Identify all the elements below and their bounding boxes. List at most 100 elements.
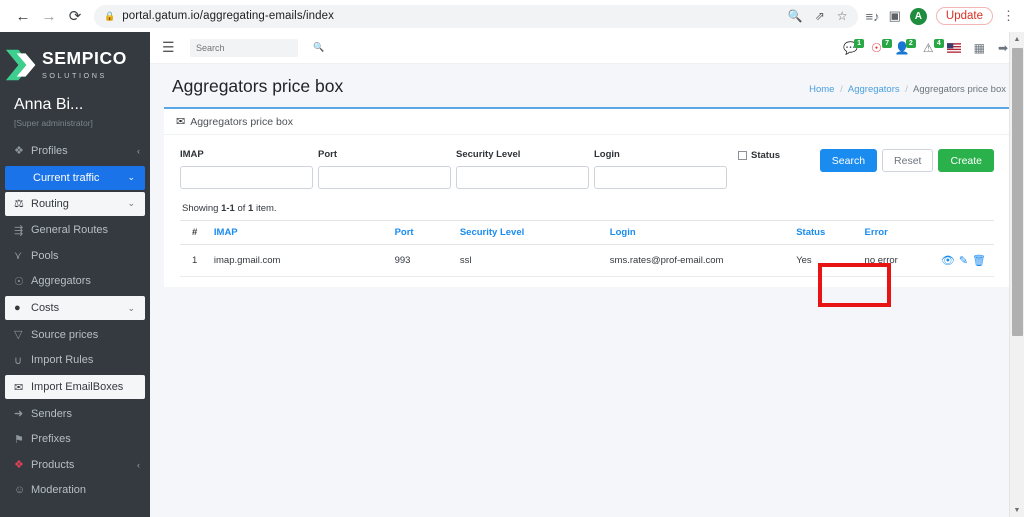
forward-arrow-icon[interactable]: → bbox=[36, 3, 62, 29]
prefixes-icon: ⚑ bbox=[14, 433, 24, 446]
search-button[interactable]: Search bbox=[819, 149, 878, 172]
sidebar-item-label: Profiles bbox=[31, 144, 68, 157]
imap-group: IMAP bbox=[180, 149, 313, 189]
hamburger-menu-icon[interactable]: ☰ bbox=[162, 39, 178, 56]
kebab-menu-icon[interactable]: ⋮ bbox=[1002, 8, 1015, 24]
sidebar-item-general-routes[interactable]: ⇶ General Routes bbox=[0, 218, 150, 244]
moderation-icon: ☺ bbox=[14, 484, 26, 497]
sidebar-item-import-emailboxes[interactable]: ✉ Import EmailBoxes bbox=[5, 375, 145, 399]
sidebar-item-label: Moderation bbox=[31, 484, 87, 497]
sidebar-item-source-prices[interactable]: ▽ Source prices bbox=[0, 322, 150, 348]
sidebar-item-aggregators[interactable]: ☉ Aggregators bbox=[0, 269, 150, 295]
status-checkbox-group[interactable]: Status bbox=[738, 149, 780, 161]
products-icon: ❖ bbox=[14, 459, 24, 472]
sidebar-item-label: Aggregators bbox=[31, 275, 91, 288]
import-rules-icon: ∪ bbox=[14, 354, 23, 367]
reload-icon[interactable]: ⟳ bbox=[62, 3, 88, 29]
search-icon[interactable]: 🔍 bbox=[313, 42, 324, 53]
reset-button[interactable]: Reset bbox=[882, 149, 934, 172]
side-panel-icon[interactable]: ▣ bbox=[889, 8, 901, 24]
showing-suffix: item. bbox=[253, 203, 277, 214]
breadcrumb-separator: / bbox=[840, 84, 843, 95]
sidebar-item-prefixes[interactable]: ⚑ Prefixes bbox=[0, 427, 150, 453]
col-header-port[interactable]: Port bbox=[386, 220, 452, 245]
routing-icon: ⚖ bbox=[14, 198, 24, 210]
sidebar-item-products[interactable]: ❖ Products ‹ bbox=[0, 452, 150, 478]
sidebar-item-routing[interactable]: ⚖ Routing ⌄ bbox=[5, 191, 145, 216]
view-icon[interactable]: 👁 bbox=[941, 254, 955, 267]
search-icon[interactable]: 🔍 bbox=[788, 9, 803, 23]
logout-icon[interactable]: ➡ bbox=[998, 41, 1008, 55]
update-button[interactable]: Update bbox=[935, 7, 993, 25]
chevron-left-icon: ‹ bbox=[137, 145, 140, 156]
login-field[interactable] bbox=[594, 166, 727, 189]
sidebar-item-current-traffic[interactable]: Current traffic ⌄ bbox=[5, 165, 145, 190]
edit-icon[interactable]: ✎ bbox=[959, 254, 968, 267]
sidebar-item-label: Pools bbox=[31, 249, 59, 262]
back-arrow-icon[interactable]: ← bbox=[10, 3, 36, 29]
port-field[interactable] bbox=[318, 166, 451, 189]
share-icon[interactable]: ⇗ bbox=[815, 9, 825, 23]
user-role: [Super administrator] bbox=[14, 118, 93, 128]
security-level-field[interactable] bbox=[456, 166, 589, 189]
scroll-up-arrow-icon[interactable]: ▲ bbox=[1010, 32, 1024, 46]
port-group: Port bbox=[318, 149, 451, 189]
brand-name: SEMPICO bbox=[42, 48, 127, 69]
tickets-icon[interactable]: ☉ 7 bbox=[871, 38, 893, 55]
scroll-down-arrow-icon[interactable]: ▼ bbox=[1010, 503, 1024, 517]
card-body: IMAP Port Security Level Login Status Se… bbox=[164, 135, 1010, 287]
import-emailboxes-icon: ✉ bbox=[14, 381, 24, 394]
form-buttons: Search Reset Create bbox=[819, 149, 994, 172]
profiles-icon: ❖ bbox=[14, 145, 24, 158]
table-body: 1 imap.gmail.com 993 ssl sms.rates@prof-… bbox=[180, 244, 994, 277]
reading-list-icon[interactable]: ≡♪ bbox=[866, 9, 880, 24]
sidebar-item-senders[interactable]: ➜ Senders bbox=[0, 401, 150, 427]
costs-icon: ● bbox=[14, 302, 21, 314]
alerts-icon[interactable]: ⚠ 4 bbox=[923, 38, 944, 55]
table-row[interactable]: 1 imap.gmail.com 993 ssl sms.rates@prof-… bbox=[180, 244, 994, 277]
col-header-imap[interactable]: IMAP bbox=[205, 220, 387, 245]
col-header-login[interactable]: Login bbox=[601, 220, 789, 245]
search-input[interactable] bbox=[196, 42, 313, 53]
scrollbar-thumb[interactable] bbox=[1012, 48, 1023, 336]
users-icon[interactable]: 👤 2 bbox=[895, 38, 916, 55]
cell-actions: 👁 ✎ 🗑 bbox=[932, 244, 994, 277]
header-search[interactable]: 🔍 bbox=[190, 38, 324, 57]
bookmark-star-icon[interactable]: ☆ bbox=[837, 9, 848, 23]
brand-logo: SEMPICO SOLUTIONS bbox=[0, 32, 150, 86]
grid-apps-icon[interactable]: ▦ bbox=[974, 41, 985, 55]
sidebar-item-costs[interactable]: ● Costs ⌄ bbox=[5, 296, 145, 320]
chevron-down-icon: ⌄ bbox=[127, 172, 135, 182]
sidebar-item-label: Products bbox=[31, 458, 75, 471]
sidebar-item-moderation[interactable]: ☺ Moderation bbox=[0, 478, 150, 504]
breadcrumb: Home / Aggregators / Aggregators price b… bbox=[809, 84, 1006, 95]
delete-icon[interactable]: 🗑 bbox=[972, 254, 986, 267]
page-scrollbar[interactable]: ▲ ▼ bbox=[1009, 32, 1024, 517]
status-checkbox[interactable] bbox=[738, 151, 747, 160]
chevron-left-icon: ‹ bbox=[137, 459, 140, 470]
sidebar-item-label: Current traffic bbox=[33, 171, 100, 184]
imap-field[interactable] bbox=[180, 166, 313, 189]
breadcrumb-aggregators[interactable]: Aggregators bbox=[848, 84, 900, 95]
cell-status: Yes bbox=[788, 244, 857, 277]
sidebar-item-pools[interactable]: ⋎ Pools bbox=[0, 243, 150, 269]
page-header: Aggregators price box Home / Aggregators… bbox=[164, 64, 1010, 107]
breadcrumb-home[interactable]: Home bbox=[809, 84, 834, 95]
sidebar-item-profiles[interactable]: ❖ Profiles ‹ bbox=[0, 138, 150, 164]
lock-icon: 🔒 bbox=[104, 10, 116, 21]
profile-avatar[interactable]: A bbox=[909, 7, 927, 25]
messages-icon[interactable]: 💬 1 bbox=[843, 38, 865, 55]
sidebar-item-label: Costs bbox=[31, 302, 60, 314]
us-flag-icon[interactable] bbox=[946, 42, 961, 53]
col-header-status[interactable]: Status bbox=[788, 220, 857, 245]
address-bar[interactable]: 🔒 portal.gatum.io/aggregating-emails/ind… bbox=[94, 4, 858, 28]
sidebar: SEMPICO SOLUTIONS Anna Bi... [Super admi… bbox=[0, 32, 150, 517]
col-header-error[interactable]: Error bbox=[856, 220, 933, 245]
create-button[interactable]: Create bbox=[938, 149, 994, 172]
cell-login: sms.rates@prof-email.com bbox=[601, 244, 789, 277]
col-header-security-level[interactable]: Security Level bbox=[451, 220, 602, 245]
results-table: # IMAP Port Security Level Login Status … bbox=[180, 220, 994, 277]
pools-icon: ⋎ bbox=[14, 250, 23, 263]
sidebar-item-import-rules[interactable]: ∪ Import Rules bbox=[0, 348, 150, 374]
main-content: Aggregators price box Home / Aggregators… bbox=[150, 64, 1024, 517]
